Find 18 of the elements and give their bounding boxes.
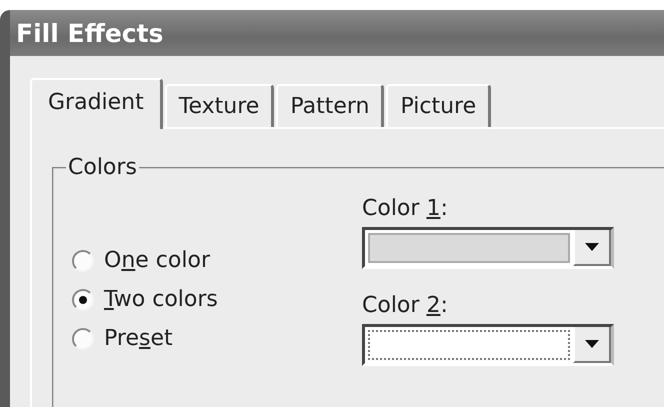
radio-label[interactable]: Two colors	[104, 287, 218, 312]
color-dropdown[interactable]	[362, 324, 614, 366]
dropdown-arrow-icon	[585, 243, 599, 251]
color-label: Color 2:	[362, 293, 449, 318]
window-title: Fill Effects	[16, 18, 164, 48]
tab[interactable]: Gradient	[30, 78, 163, 129]
tab[interactable]: Texture	[164, 84, 274, 127]
radio-button[interactable]	[72, 288, 94, 310]
tab[interactable]: Pattern	[276, 84, 384, 127]
radio-button[interactable]	[72, 250, 94, 272]
radio-label[interactable]: One color	[104, 248, 210, 273]
radio-button[interactable]	[72, 328, 94, 350]
radio-label[interactable]: Preset	[104, 326, 173, 351]
tab[interactable]: Picture	[386, 84, 492, 127]
color-label: Color 1:	[362, 196, 449, 221]
color-dropdown[interactable]	[362, 227, 614, 269]
dropdown-arrow-icon	[585, 340, 599, 348]
group-title: Colors	[67, 155, 138, 180]
